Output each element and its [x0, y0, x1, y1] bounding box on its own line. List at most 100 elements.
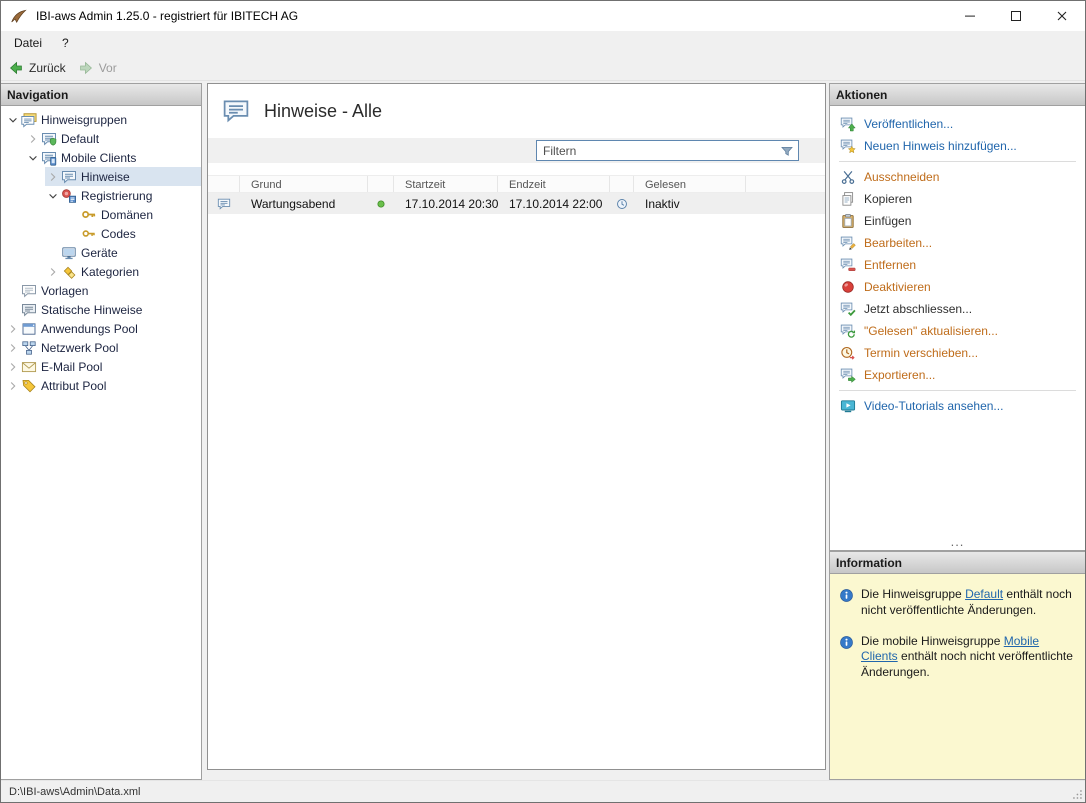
- chevron-collapsed-icon[interactable]: [5, 378, 21, 394]
- tree-item-registrierung[interactable]: Registrierung: [1, 186, 201, 205]
- maximize-icon: [1008, 8, 1024, 24]
- action-einfugen[interactable]: Einfügen: [830, 210, 1085, 232]
- tree-item-label: Attribut Pool: [37, 379, 106, 393]
- filter-funnel-icon[interactable]: [776, 143, 798, 159]
- chevron-collapsed-icon[interactable]: [5, 321, 21, 337]
- action-gelesen-aktualisieren[interactable]: "Gelesen" aktualisieren...: [830, 320, 1085, 342]
- menu-item-help[interactable]: ?: [52, 31, 79, 55]
- column-header-gelesen-icon[interactable]: [610, 176, 634, 192]
- notices-icon: [61, 169, 77, 185]
- tree-item-hinweise[interactable]: Hinweise: [1, 167, 201, 186]
- chevron-collapsed-icon[interactable]: [25, 131, 41, 147]
- tree-item-label: Default: [57, 132, 99, 146]
- close-icon: [1054, 8, 1070, 24]
- info-text: Die mobile Hinweisgruppe Mobile Clients …: [861, 634, 1076, 681]
- publish-icon: [840, 116, 856, 132]
- codes-icon: [81, 226, 97, 242]
- column-header-endzeit[interactable]: Endzeit: [498, 176, 610, 192]
- menu-item-datei[interactable]: Datei: [4, 31, 52, 55]
- chevron-expanded-icon[interactable]: [5, 112, 21, 128]
- action-bearbeiten[interactable]: Bearbeiten...: [830, 232, 1085, 254]
- remove-icon: [840, 257, 856, 273]
- action-ausschneiden[interactable]: Ausschneiden: [830, 166, 1085, 188]
- actions-separator: [839, 390, 1076, 391]
- minimize-button[interactable]: [947, 1, 993, 31]
- tree-item-inner: Netzwerk Pool: [5, 338, 201, 357]
- column-header-grund[interactable]: Grund: [240, 176, 368, 192]
- actions-overflow[interactable]: ...: [830, 537, 1085, 550]
- tree-item-statische-hinweise[interactable]: Statische Hinweise: [1, 300, 201, 319]
- resize-grip-icon[interactable]: [1070, 787, 1084, 801]
- info-link-default[interactable]: Default: [965, 587, 1003, 601]
- notice-group-default-icon: [41, 131, 57, 147]
- action-kopieren[interactable]: Kopieren: [830, 188, 1085, 210]
- action-label: Veröffentlichen...: [864, 117, 953, 131]
- column-header-startzeit[interactable]: Startzeit: [394, 176, 498, 192]
- chevron-collapsed-icon[interactable]: [5, 359, 21, 375]
- chevron-collapsed-icon[interactable]: [45, 169, 61, 185]
- chevron-expanded-icon[interactable]: [25, 150, 41, 166]
- maximize-button[interactable]: [993, 1, 1039, 31]
- tree-item-attribut-pool[interactable]: Attribut Pool: [1, 376, 201, 395]
- attribute-pool-icon: [21, 378, 37, 394]
- action-deaktivieren[interactable]: Deaktivieren: [830, 276, 1085, 298]
- chevron-collapsed-icon[interactable]: [5, 340, 21, 356]
- notices-table: Grund StartzeitEndzeit GelesenWartungsaben…: [208, 175, 825, 214]
- tree-item-inner: Domänen: [65, 205, 201, 224]
- chevron-collapsed-icon[interactable]: [45, 264, 61, 280]
- notices-icon: [217, 197, 231, 211]
- app-logo-icon: [10, 8, 27, 25]
- refresh-read-icon: [840, 323, 856, 339]
- tree-item-default[interactable]: Default: [1, 129, 201, 148]
- application-pool-icon: [21, 321, 37, 337]
- tree-item-inner: Hinweisgruppen: [5, 110, 201, 129]
- table-row[interactable]: Wartungsabend17.10.2014 20:3017.10.2014 …: [208, 193, 825, 214]
- action-neuen-hinweis-hinzufugen[interactable]: Neuen Hinweis hinzufügen...: [830, 135, 1085, 157]
- info-item: Die Hinweisgruppe Default enthält noch n…: [839, 587, 1076, 619]
- close-button[interactable]: [1039, 1, 1085, 31]
- statusbar: D:\IBI-aws\Admin\Data.xml: [1, 780, 1085, 802]
- column-header-icon[interactable]: [208, 176, 240, 192]
- tree-item-label: Hinweisgruppen: [37, 113, 127, 127]
- email-pool-icon: [21, 359, 37, 375]
- action-exportieren[interactable]: Exportieren...: [830, 364, 1085, 386]
- tree-item-netzwerk-pool[interactable]: Netzwerk Pool: [1, 338, 201, 357]
- tree-item-label: Geräte: [77, 246, 118, 260]
- back-button[interactable]: Zurück: [8, 60, 66, 76]
- actions-separator: [839, 161, 1076, 162]
- tree-item-label: Netzwerk Pool: [37, 341, 118, 355]
- column-header-status[interactable]: [368, 176, 394, 192]
- tree-item-anwendungs-pool[interactable]: Anwendungs Pool: [1, 319, 201, 338]
- action-video-tutorials-ansehen[interactable]: Video-Tutorials ansehen...: [830, 395, 1085, 417]
- finish-now-icon: [840, 301, 856, 317]
- read-state-icon: [615, 197, 629, 211]
- tree-item-vorlagen[interactable]: Vorlagen: [1, 281, 201, 300]
- tree-item-label: Codes: [97, 227, 136, 241]
- tree-item-gerate[interactable]: Geräte: [1, 243, 201, 262]
- action-label: Neuen Hinweis hinzufügen...: [864, 139, 1017, 153]
- action-veroffentlichen[interactable]: Veröffentlichen...: [830, 113, 1085, 135]
- chevron-expanded-icon[interactable]: [45, 188, 61, 204]
- tree-item-kategorien[interactable]: Kategorien: [1, 262, 201, 281]
- registration-icon: [61, 188, 77, 204]
- cell-gelesen-icon: [610, 197, 634, 211]
- right-panel: Aktionen Veröffentlichen...Neuen Hinweis…: [829, 83, 1085, 780]
- navigation-tree: Hinweisgruppen Default Mobile ClientsHinwe…: [1, 106, 201, 779]
- tree-item-hinweisgruppen[interactable]: Hinweisgruppen: [1, 110, 201, 129]
- tree-item-codes[interactable]: Codes: [1, 224, 201, 243]
- forward-button[interactable]: Vor: [78, 60, 117, 76]
- action-entfernen[interactable]: Entfernen: [830, 254, 1085, 276]
- chevron-spacer: [65, 226, 81, 242]
- action-jetzt-abschliessen[interactable]: Jetzt abschliessen...: [830, 298, 1085, 320]
- tree-item-label: Anwendungs Pool: [37, 322, 138, 336]
- column-header-gelesen[interactable]: Gelesen: [634, 176, 746, 192]
- action-label: Bearbeiten...: [864, 236, 932, 250]
- action-termin-verschieben[interactable]: Termin verschieben...: [830, 342, 1085, 364]
- tree-item-inner: Statische Hinweise: [5, 300, 201, 319]
- tree-item-domanen[interactable]: Domänen: [1, 205, 201, 224]
- tree-item-label: Domänen: [97, 208, 153, 222]
- tree-item-e-mail-pool[interactable]: E-Mail Pool: [1, 357, 201, 376]
- info-icon: [839, 635, 854, 650]
- tree-item-mobile-clients[interactable]: Mobile Clients: [1, 148, 201, 167]
- filter-input[interactable]: [537, 144, 776, 158]
